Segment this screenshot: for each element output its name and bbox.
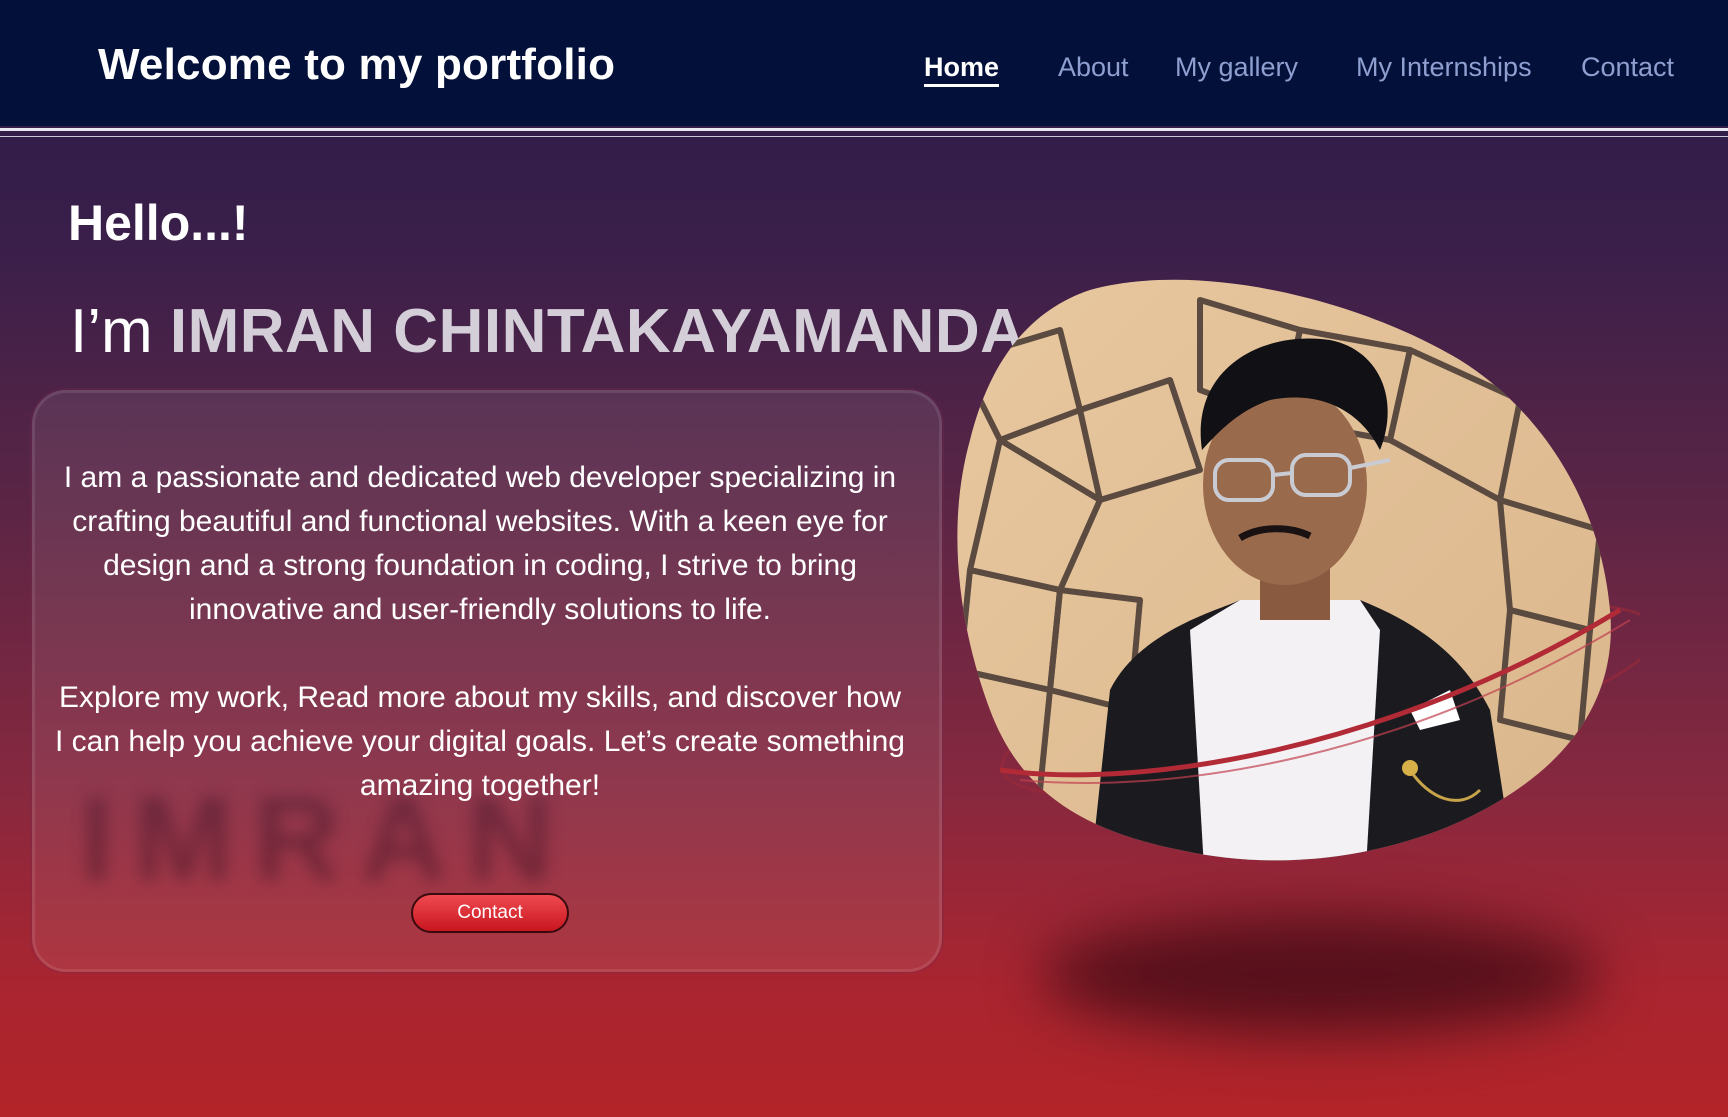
intro-prefix: I’m: [70, 297, 170, 366]
bio-paragraph-2: Explore my work, Read more about my skil…: [55, 681, 905, 802]
contact-button[interactable]: Contact: [411, 893, 569, 933]
nav-my-gallery[interactable]: My gallery: [1175, 52, 1298, 83]
navbar: Welcome to my portfolio Home About My ga…: [0, 0, 1728, 126]
portrait-photo-icon: [957, 279, 1640, 861]
nav-contact[interactable]: Contact: [1581, 52, 1674, 83]
bio-text: I am a passionate and dedicated web deve…: [52, 456, 908, 852]
nav-home[interactable]: Home: [924, 52, 1000, 87]
header-divider: [0, 128, 1728, 131]
intro-heading: I’m IMRAN CHINTAKAYAMANDA,: [70, 296, 1043, 367]
greeting: Hello...!: [68, 195, 249, 251]
nav-about[interactable]: About: [1058, 52, 1129, 83]
header-divider-thin: [0, 136, 1728, 137]
bio-paragraph-1: I am a passionate and dedicated web deve…: [63, 461, 897, 626]
owner-name: IMRAN CHINTAKAYAMANDA: [169, 297, 1026, 366]
profile-photo: [940, 270, 1640, 970]
site-title: Welcome to my portfolio: [98, 40, 616, 89]
nav-my-internships[interactable]: My Internships: [1356, 52, 1532, 83]
